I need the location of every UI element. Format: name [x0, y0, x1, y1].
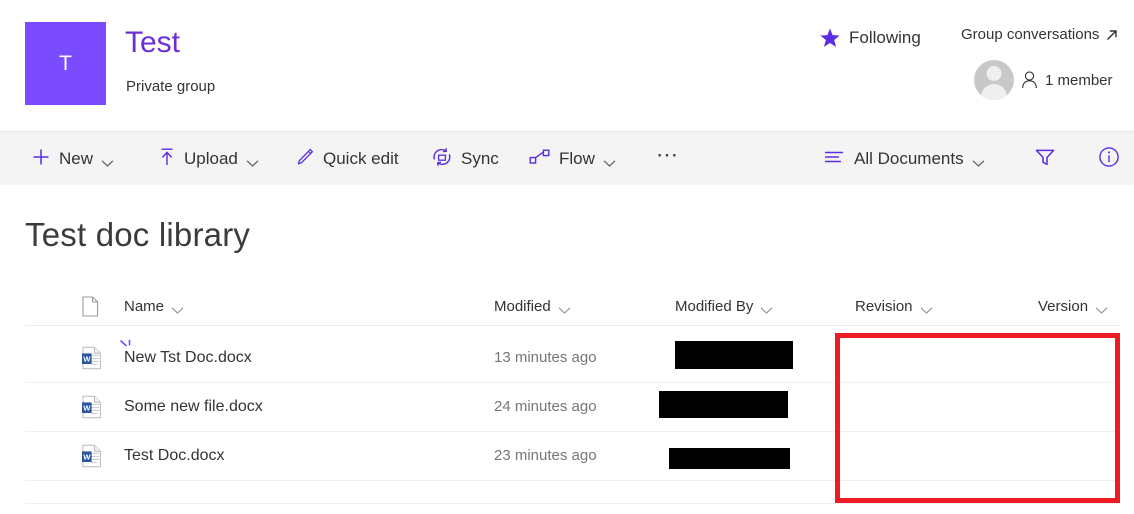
command-bar: New Upload Quick edit Sync Flow ⋯ All Do…: [0, 131, 1134, 185]
file-name-link[interactable]: New Tst Doc.docx: [124, 333, 252, 382]
info-button[interactable]: [1092, 132, 1126, 186]
modified-value: 13 minutes ago: [494, 349, 597, 366]
upload-button[interactable]: Upload: [152, 132, 265, 186]
info-icon: [1098, 146, 1120, 173]
flow-label: Flow: [559, 149, 595, 168]
svg-text:W: W: [83, 452, 91, 461]
modified-by-redaction: [669, 448, 790, 469]
following-label: Following: [849, 28, 921, 47]
column-header-modified-by[interactable]: Modified By: [675, 292, 773, 320]
table-row-empty: [25, 480, 1120, 504]
table-row[interactable]: W New Tst Doc.docx 13 minutes ago: [25, 333, 1120, 383]
table-row[interactable]: W Test Doc.docx 23 minutes ago: [25, 431, 1120, 481]
chevron-down-icon[interactable]: [972, 155, 985, 167]
group-conversations-label: Group conversations: [961, 26, 1100, 43]
column-header-name-label: Name: [124, 297, 165, 315]
quick-edit-label: Quick edit: [323, 149, 399, 168]
modified-by-redaction: [659, 391, 788, 418]
sync-label: Sync: [461, 149, 499, 168]
star-icon: [820, 28, 840, 48]
person-icon: [1021, 71, 1038, 89]
chevron-down-icon[interactable]: [760, 302, 773, 314]
svg-text:W: W: [83, 354, 91, 363]
modified-value: 23 minutes ago: [494, 447, 597, 464]
flow-icon: [529, 148, 551, 171]
plus-icon: [31, 147, 51, 172]
column-header-file-type[interactable]: [82, 292, 99, 320]
new-label: New: [59, 149, 94, 168]
filter-icon: [1034, 147, 1056, 172]
word-file-icon: W: [81, 346, 103, 370]
members-button[interactable]: 1 member: [974, 60, 1113, 100]
table-row[interactable]: W Some new file.docx 24 minutes ago: [25, 382, 1120, 432]
column-header-name[interactable]: Name: [124, 292, 184, 320]
filter-button[interactable]: [1028, 132, 1062, 186]
column-header-version[interactable]: Version: [1038, 292, 1108, 320]
svg-text:W: W: [83, 403, 91, 412]
pencil-icon: [295, 147, 315, 172]
view-selector-button[interactable]: All Documents: [818, 132, 991, 186]
word-file-icon: W: [81, 395, 103, 419]
chevron-down-icon[interactable]: [920, 302, 933, 314]
column-header-modified-by-label: Modified By: [675, 297, 754, 315]
group-conversations-link[interactable]: Group conversations: [961, 26, 1119, 43]
chevron-down-icon[interactable]: [246, 155, 259, 167]
upload-label: Upload: [184, 149, 238, 168]
more-icon: ⋯: [656, 142, 680, 167]
chevron-down-icon[interactable]: [171, 302, 184, 314]
sync-icon: [431, 147, 453, 172]
chevron-down-icon[interactable]: [1095, 302, 1108, 314]
flow-button[interactable]: Flow: [523, 132, 622, 186]
chevron-down-icon[interactable]: [101, 155, 114, 167]
group-logo: T: [25, 22, 106, 105]
column-header-version-label: Version: [1038, 297, 1089, 315]
following-button[interactable]: Following: [820, 24, 921, 52]
chevron-down-icon[interactable]: [603, 155, 616, 167]
member-count-label: 1 member: [1045, 71, 1113, 89]
view-label: All Documents: [854, 149, 964, 168]
column-header-revision[interactable]: Revision: [855, 292, 933, 320]
sync-button[interactable]: Sync: [425, 132, 505, 186]
list-view-icon: [824, 149, 846, 170]
page-title: Test doc library: [25, 216, 251, 253]
upload-icon: [158, 147, 176, 172]
quick-edit-button[interactable]: Quick edit: [289, 132, 405, 186]
site-header: T Test Private group Following Group con…: [0, 0, 1134, 131]
column-header-revision-label: Revision: [855, 297, 913, 315]
word-file-icon: W: [81, 444, 103, 468]
file-name-link[interactable]: Some new file.docx: [124, 382, 263, 431]
list-column-headers: Name Modified Modified By Revision Versi…: [25, 292, 1120, 326]
group-logo-letter: T: [59, 52, 72, 75]
group-privacy-label: Private group: [126, 78, 216, 95]
new-button[interactable]: New: [25, 132, 120, 186]
column-header-modified[interactable]: Modified: [494, 292, 571, 320]
file-name-link[interactable]: Test Doc.docx: [124, 431, 224, 480]
column-header-modified-label: Modified: [494, 297, 551, 315]
group-name-link[interactable]: Test: [125, 26, 180, 60]
modified-by-redaction: [675, 341, 793, 369]
chevron-down-icon[interactable]: [558, 302, 571, 314]
external-link-icon: [1105, 28, 1119, 42]
avatar: [974, 60, 1014, 100]
file-icon: [82, 295, 99, 317]
more-options-button[interactable]: ⋯: [650, 132, 686, 186]
modified-value: 24 minutes ago: [494, 398, 597, 415]
